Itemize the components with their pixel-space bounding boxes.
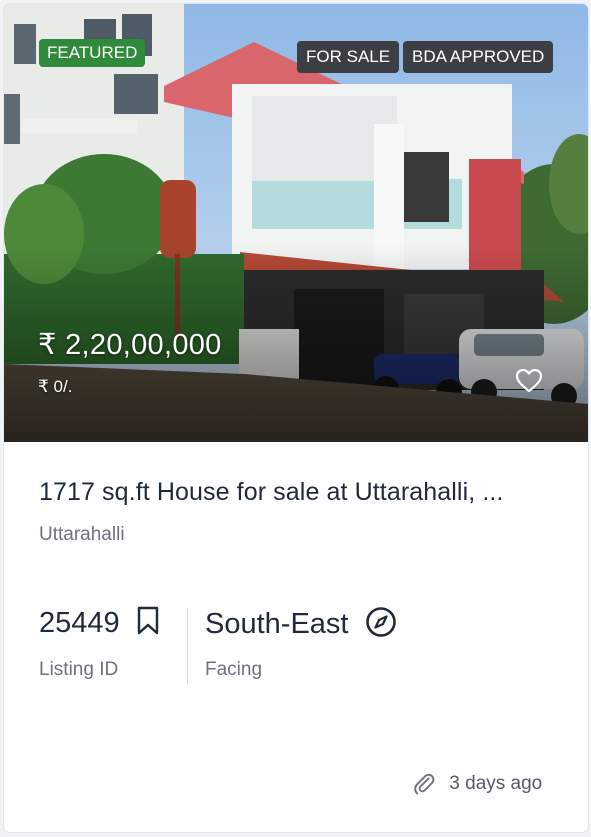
posted-time-text: 3 days ago — [449, 773, 543, 794]
paperclip-icon — [414, 773, 435, 795]
featured-badge: FEATURED — [39, 39, 146, 67]
bookmark-icon — [136, 606, 160, 641]
price-sub: ₹ 0/. — [38, 377, 73, 396]
price: ₹ 2,20,00,000 — [38, 329, 222, 361]
facing-label: Facing — [205, 659, 263, 680]
listing-id-label: Listing ID — [39, 659, 119, 680]
favorite-button[interactable] — [515, 368, 543, 394]
compass-icon — [365, 606, 397, 643]
listing-id-value: 25449 — [39, 607, 120, 639]
heart-icon — [515, 368, 543, 393]
listing-title[interactable]: 1717 sq.ft House for sale at Uttarahalli… — [39, 478, 559, 507]
property-card[interactable]: FEATURED FOR SALE BDA APPROVED ₹ 2,20,00… — [4, 4, 588, 832]
bda-approved-badge: BDA APPROVED — [403, 41, 554, 73]
facing-stat: South-East — [205, 606, 397, 643]
posted-time: 3 days ago — [412, 772, 542, 796]
stat-divider — [187, 608, 188, 684]
property-photo[interactable]: FEATURED FOR SALE BDA APPROVED ₹ 2,20,00… — [4, 4, 588, 442]
for-sale-badge: FOR SALE — [297, 41, 400, 73]
facing-value: South-East — [205, 608, 349, 640]
listing-location: Uttarahalli — [39, 524, 125, 545]
listing-id-stat: 25449 — [39, 606, 160, 641]
